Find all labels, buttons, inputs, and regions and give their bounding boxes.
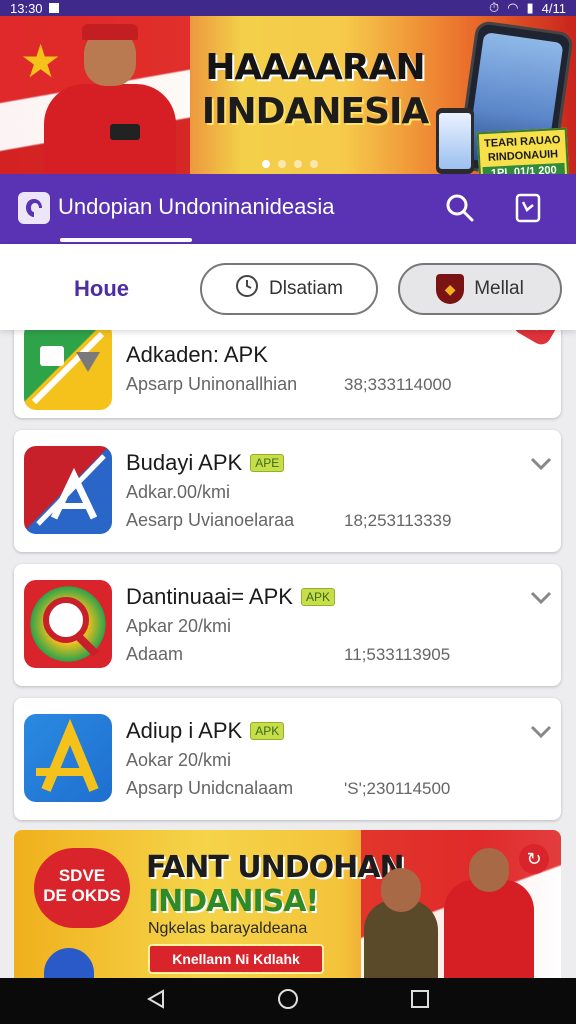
shield-icon: ◆: [436, 274, 465, 304]
app-name: Budayi APK APE: [126, 450, 285, 476]
list-item[interactable]: Adiup i APK APK Aokar 20/kmi Apsarp Unid…: [14, 698, 561, 820]
app-version: Aokar 20/kmi: [126, 750, 232, 770]
phone-image-small: [436, 108, 474, 174]
filter-tabs: Houe Dlsatiam ◆ Mellal: [0, 244, 576, 330]
app-meta: Apsarp Unidcnalaam: [126, 778, 294, 798]
app-meta: Aesarp Uvianoelaraa: [126, 510, 295, 530]
list-item[interactable]: Budayi APK APE Adkar.00/kmi Aesarp Uvian…: [14, 430, 561, 552]
chevron-down-icon[interactable]: [529, 452, 553, 476]
recents-icon[interactable]: [409, 988, 431, 1015]
alarm-icon: ⏱: [489, 0, 500, 15]
tab-indicator: [60, 238, 192, 242]
notification-icon: [48, 3, 59, 13]
app-meta: Apsarp Uninonallhian: [126, 374, 298, 394]
hero-banner[interactable]: ★ HAAAARAN IINDANESIA TEARI RAUAO RINDON…: [0, 16, 576, 174]
chevron-down-icon[interactable]: [529, 586, 553, 610]
back-icon[interactable]: [145, 988, 167, 1015]
app-name: Adiup i APK APK: [126, 718, 285, 744]
app-title: Undopian Undoninanideasia: [58, 194, 335, 219]
hero-title: HAAAARAN IINDANESIA: [200, 46, 430, 134]
apk-badge: APE: [250, 454, 285, 472]
status-bar: 13:30 ⏱ ◠ ▮ 4/11: [0, 0, 576, 16]
search-icon[interactable]: [440, 188, 480, 228]
tab-history[interactable]: Dlsatiam: [200, 263, 378, 315]
app-icon: [24, 714, 112, 802]
page-indicator[interactable]: [262, 160, 318, 168]
app-meta: Adaam: [126, 644, 184, 664]
battery-text: 4/11: [541, 0, 566, 16]
app-icon: [24, 322, 112, 410]
status-time: 13:30: [10, 0, 43, 16]
banner-person-image: [40, 22, 180, 174]
app-size: 'S';230114500: [344, 779, 451, 798]
tab-mellal[interactable]: ◆ Mellal: [398, 263, 562, 315]
promo-cta-button[interactable]: Knellann Ni Kdlahk: [148, 944, 324, 974]
banner-person-image: [44, 948, 94, 980]
hero-title-line1: HAAAARAN: [205, 47, 425, 88]
promo-banner[interactable]: SDVE DE OKDS FANT UNDOHAN INDANISA! Ngke…: [14, 830, 561, 980]
bookmark-icon[interactable]: [508, 188, 548, 228]
page-dot[interactable]: [278, 160, 286, 168]
refresh-icon[interactable]: ↻: [519, 844, 549, 874]
clock-icon: [235, 274, 259, 304]
tab-home[interactable]: Houe: [74, 276, 129, 302]
app-version: Adkar.00/kmi: [126, 482, 231, 502]
apk-badge: APK: [250, 722, 285, 740]
page-dot[interactable]: [294, 160, 302, 168]
banner-person-image: [444, 848, 534, 980]
app-icon: [24, 580, 112, 668]
hero-badge: TEARI RAUAO RINDONAUIH 1PL 01/1 200: [476, 127, 570, 174]
banner-person-image: [364, 868, 438, 980]
app-bar: Undopian Undoninanideasia: [0, 174, 576, 244]
tab-mellal-label: Mellal: [474, 278, 524, 299]
signal-icon: ▮: [526, 0, 534, 15]
app-logo-icon[interactable]: [18, 192, 50, 224]
apk-badge: APK: [300, 588, 335, 606]
chevron-down-icon[interactable]: [529, 720, 553, 744]
app-version: Apkar 20/kmi: [126, 616, 232, 636]
save-badge: SDVE DE OKDS: [34, 848, 130, 928]
promo-tagline: Ngkelas barayaldeana: [148, 920, 308, 937]
home-icon[interactable]: [276, 987, 300, 1016]
app-size: 18;253113339: [344, 511, 452, 530]
system-nav-bar: [0, 978, 576, 1024]
page-dot[interactable]: [310, 160, 318, 168]
promo-headline-2: INDANISA!: [148, 884, 319, 919]
page-dot[interactable]: [262, 160, 270, 168]
hero-title-line2: IINDANESIA: [201, 91, 430, 132]
tab-history-label: Dlsatiam: [269, 278, 343, 299]
list-item[interactable]: Dantinuaai= APK APK Apkar 20/kmi Adaam 1…: [14, 564, 561, 686]
app-size: 11;533113905: [344, 645, 451, 664]
app-name: Dantinuaai= APK APK: [126, 584, 335, 610]
app-name: Adkaden: APK: [126, 342, 268, 367]
app-size: 38;333114000: [344, 375, 452, 394]
app-icon: [24, 446, 112, 534]
wifi-icon: ◠: [507, 0, 519, 15]
promo-headline: FANT UNDOHAN: [146, 850, 405, 885]
